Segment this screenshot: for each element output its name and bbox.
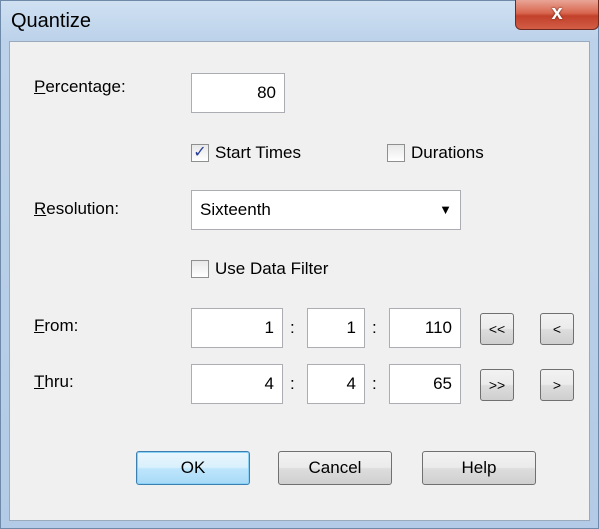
from-separator-1: :: [290, 318, 295, 337]
close-button[interactable]: x: [515, 0, 599, 30]
help-button[interactable]: Help: [422, 451, 536, 485]
from-beat-input[interactable]: 1: [307, 308, 365, 348]
thru-separator-1: :: [290, 374, 295, 393]
resolution-label: Resolution:: [34, 199, 120, 218]
from-separator-2: :: [372, 318, 377, 337]
from-label: From:: [34, 316, 79, 335]
ok-button[interactable]: OK: [136, 451, 250, 485]
percentage-label: Percentage:: [34, 77, 126, 96]
thru-beat-input[interactable]: 4: [307, 364, 365, 404]
start-times-option[interactable]: ✓ Start Times: [191, 142, 301, 164]
thru-separator-2: :: [372, 374, 377, 393]
start-times-checkbox[interactable]: ✓: [191, 144, 209, 162]
thru-label: Thru:: [34, 372, 74, 391]
start-times-label: Start Times: [215, 143, 301, 162]
thru-next-button[interactable]: >: [540, 369, 574, 401]
dialog-body: Percentage: 80 ✓ Start Times Durations R…: [9, 41, 590, 521]
durations-checkbox[interactable]: [387, 144, 405, 162]
from-first-button[interactable]: <<: [480, 313, 514, 345]
resolution-dropdown[interactable]: Sixteenth ▼: [191, 190, 461, 230]
percentage-input[interactable]: 80: [191, 73, 285, 113]
use-data-filter-checkbox[interactable]: [191, 260, 209, 278]
from-measure-input[interactable]: 1: [191, 308, 283, 348]
window-title: Quantize: [11, 10, 92, 32]
resolution-value: Sixteenth: [200, 200, 271, 219]
use-data-filter-option[interactable]: Use Data Filter: [191, 258, 328, 280]
dropdown-arrow-icon: ▼: [439, 202, 452, 217]
thru-last-button[interactable]: >>: [480, 369, 514, 401]
use-data-filter-label: Use Data Filter: [215, 259, 329, 278]
cancel-button[interactable]: Cancel: [278, 451, 392, 485]
quantize-dialog: Quantize x Percentage: 80 ✓ Start Times …: [0, 0, 599, 529]
close-icon: x: [551, 2, 563, 24]
thru-measure-input[interactable]: 4: [191, 364, 283, 404]
from-previous-button[interactable]: <: [540, 313, 574, 345]
from-tick-input[interactable]: 110: [389, 308, 461, 348]
title-bar: Quantize x: [1, 0, 599, 41]
durations-option[interactable]: Durations: [387, 142, 484, 164]
durations-label: Durations: [411, 143, 484, 162]
thru-tick-input[interactable]: 65: [389, 364, 461, 404]
checkmark-icon: ✓: [193, 144, 207, 161]
